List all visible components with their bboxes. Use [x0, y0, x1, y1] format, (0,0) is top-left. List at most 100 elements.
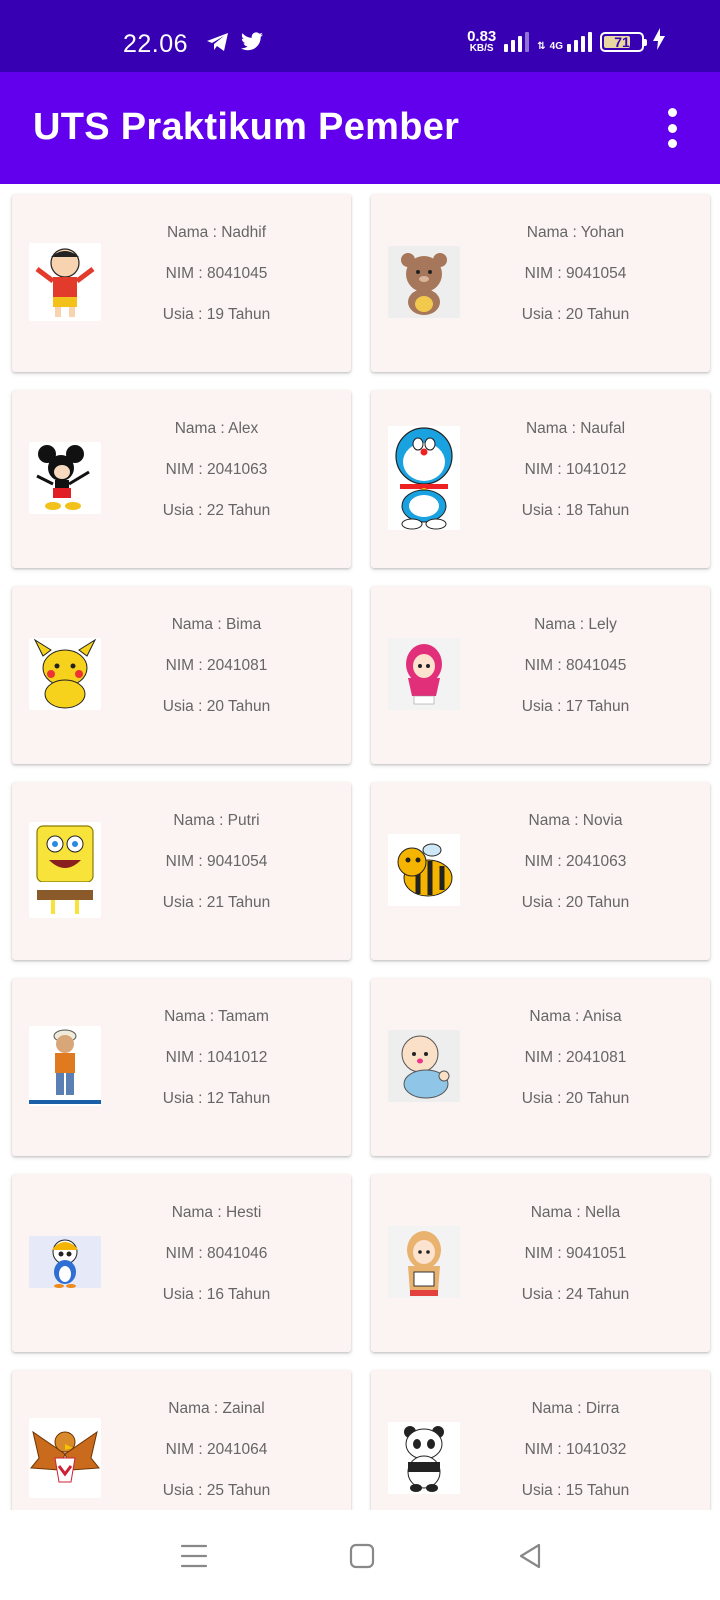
student-card[interactable]: Nama : Novia NIM : 2041063 Usia : 20 Tahun	[371, 782, 710, 960]
student-age: Usia : 15 Tahun	[521, 1482, 630, 1499]
back-triangle-icon[interactable]	[514, 1540, 546, 1572]
student-name: Nama : Novia	[528, 812, 623, 829]
app-bar: UTS Praktikum Pember	[0, 72, 720, 184]
mickey-avatar	[28, 428, 102, 528]
student-info: Nama : Alex NIM : 2041063 Usia : 22 Tahun	[104, 418, 329, 541]
student-info: Nama : Anisa NIM : 2041081 Usia : 20 Tahun	[463, 1006, 688, 1129]
net-speed: 0.83 KB/S	[467, 28, 497, 54]
baby-avatar	[387, 1016, 461, 1116]
mobile-data-indicator: ⇅ 4G	[537, 31, 592, 52]
student-nim: NIM : 2041081	[524, 1049, 627, 1066]
student-info: Nama : Nella NIM : 9041051 Usia : 24 Tahun	[463, 1202, 688, 1325]
recents-menu-icon[interactable]	[178, 1540, 210, 1572]
student-card[interactable]: Nama : Anisa NIM : 2041081 Usia : 20 Tahun	[371, 978, 710, 1156]
student-name: Nama : Nadhif	[166, 224, 267, 241]
student-nim: NIM : 9041051	[524, 1245, 627, 1262]
student-nim: NIM : 2041063	[165, 461, 268, 478]
student-card[interactable]: Nama : Lely NIM : 8041045 Usia : 17 Tahun	[371, 586, 710, 764]
boy-avatar	[28, 1016, 102, 1116]
hijab-girl-avatar	[387, 624, 461, 724]
student-card[interactable]: Nama : Zainal NIM : 2041064 Usia : 25 Tahu…	[12, 1370, 351, 1510]
data-arrows-icon: ⇅	[537, 40, 546, 52]
pikachu-avatar	[28, 624, 102, 724]
student-name: Nama : Anisa	[529, 1008, 622, 1025]
student-info: Nama : Naufal NIM : 1041012 Usia : 18 Tahu…	[463, 418, 688, 541]
student-card[interactable]: Nama : Putri NIM : 9041054 Usia : 21 Tahun	[12, 782, 351, 960]
twitter-icon	[240, 32, 264, 57]
student-age: Usia : 19 Tahun	[162, 306, 271, 323]
student-card[interactable]: Nama : Yohan NIM : 9041054 Usia : 20 Tahun	[371, 194, 710, 372]
student-age: Usia : 24 Tahun	[521, 1286, 630, 1303]
panda-avatar	[387, 1408, 461, 1508]
student-info: Nama : Hesti NIM : 8041046 Usia : 16 Tahun	[104, 1202, 329, 1325]
student-info: Nama : Tamam NIM : 1041012 Usia : 12 Tahun	[104, 1006, 329, 1129]
student-card[interactable]: Nama : Dirra NIM : 1041032 Usia : 15 Tahun	[371, 1370, 710, 1510]
student-nim: NIM : 8041046	[165, 1245, 268, 1262]
student-nim: NIM : 2041081	[165, 657, 268, 674]
pororo-avatar	[28, 1212, 102, 1312]
shinchan-avatar	[28, 232, 102, 332]
student-card[interactable]: Nama : Bima NIM : 2041081 Usia : 20 Tahun	[12, 586, 351, 764]
student-info: Nama : Yohan NIM : 9041054 Usia : 20 Tahun	[463, 222, 688, 345]
student-list[interactable]: Nama : Nadhif NIM : 8041045 Usia : 19 Tahu…	[0, 184, 720, 1510]
network-type-label: 4G	[549, 40, 563, 52]
telegram-icon	[206, 32, 230, 57]
student-age: Usia : 20 Tahun	[521, 306, 630, 323]
student-age: Usia : 16 Tahun	[162, 1286, 271, 1303]
student-info: Nama : Lely NIM : 8041045 Usia : 17 Tahun	[463, 614, 688, 737]
battery-level: 71	[614, 33, 630, 50]
student-age: Usia : 21 Tahun	[162, 894, 271, 911]
more-vert-icon[interactable]	[662, 108, 682, 148]
student-name: Nama : Naufal	[525, 420, 626, 437]
navigation-bar	[0, 1510, 720, 1600]
student-age: Usia : 25 Tahun	[162, 1482, 271, 1499]
student-nim: NIM : 8041045	[524, 657, 627, 674]
student-name: Nama : Nella	[530, 1204, 621, 1221]
eagle-avatar	[28, 1408, 102, 1508]
student-nim: NIM : 1041012	[524, 461, 627, 478]
charging-icon	[652, 28, 666, 55]
bear-avatar	[387, 232, 461, 332]
student-name: Nama : Alex	[174, 420, 259, 437]
student-name: Nama : Tamam	[164, 1008, 269, 1025]
spongebob-avatar	[28, 820, 102, 920]
student-nim: NIM : 1041032	[524, 1441, 627, 1458]
student-age: Usia : 22 Tahun	[162, 502, 271, 519]
student-name: Nama : Yohan	[526, 224, 625, 241]
status-bar: 22.06 0.83 KB/S ⇅ 4G 71	[0, 0, 720, 72]
student-info: Nama : Dirra NIM : 1041032 Usia : 15 Tahun	[463, 1398, 688, 1510]
student-age: Usia : 17 Tahun	[521, 698, 630, 715]
student-age: Usia : 20 Tahun	[521, 1090, 630, 1107]
hijab-reader-avatar	[387, 1212, 461, 1312]
student-card[interactable]: Nama : Naufal NIM : 1041012 Usia : 18 Tahu…	[371, 390, 710, 568]
student-nim: NIM : 1041012	[165, 1049, 268, 1066]
signal-icon	[504, 31, 530, 52]
student-name: Nama : Zainal	[168, 1400, 265, 1417]
student-card[interactable]: Nama : Alex NIM : 2041063 Usia : 22 Tahun	[12, 390, 351, 568]
student-name: Nama : Lely	[534, 616, 617, 633]
student-nim: NIM : 2041063	[524, 853, 627, 870]
student-info: Nama : Zainal NIM : 2041064 Usia : 25 Tahu…	[104, 1398, 329, 1510]
student-card[interactable]: Nama : Tamam NIM : 1041012 Usia : 12 Tahun	[12, 978, 351, 1156]
student-card[interactable]: Nama : Nadhif NIM : 8041045 Usia : 19 Tahu…	[12, 194, 351, 372]
status-time: 22.06	[123, 30, 189, 58]
student-nim: NIM : 2041064	[165, 1441, 268, 1458]
home-square-icon[interactable]	[346, 1540, 378, 1572]
student-nim: NIM : 8041045	[165, 265, 268, 282]
student-nim: NIM : 9041054	[165, 853, 268, 870]
student-age: Usia : 20 Tahun	[521, 894, 630, 911]
student-card[interactable]: Nama : Nella NIM : 9041051 Usia : 24 Tahun	[371, 1174, 710, 1352]
student-age: Usia : 12 Tahun	[162, 1090, 271, 1107]
student-age: Usia : 20 Tahun	[162, 698, 271, 715]
student-name: Nama : Putri	[173, 812, 260, 829]
doraemon-avatar	[387, 426, 461, 530]
student-info: Nama : Putri NIM : 9041054 Usia : 21 Tahun	[104, 810, 329, 933]
student-card[interactable]: Nama : Hesti NIM : 8041046 Usia : 16 Tahun	[12, 1174, 351, 1352]
student-nim: NIM : 9041054	[524, 265, 627, 282]
student-info: Nama : Novia NIM : 2041063 Usia : 20 Tahun	[463, 810, 688, 933]
battery-icon: 71	[600, 31, 647, 52]
student-name: Nama : Bima	[171, 616, 262, 633]
student-info: Nama : Bima NIM : 2041081 Usia : 20 Tahun	[104, 614, 329, 737]
student-name: Nama : Dirra	[531, 1400, 620, 1417]
student-age: Usia : 18 Tahun	[521, 502, 630, 519]
